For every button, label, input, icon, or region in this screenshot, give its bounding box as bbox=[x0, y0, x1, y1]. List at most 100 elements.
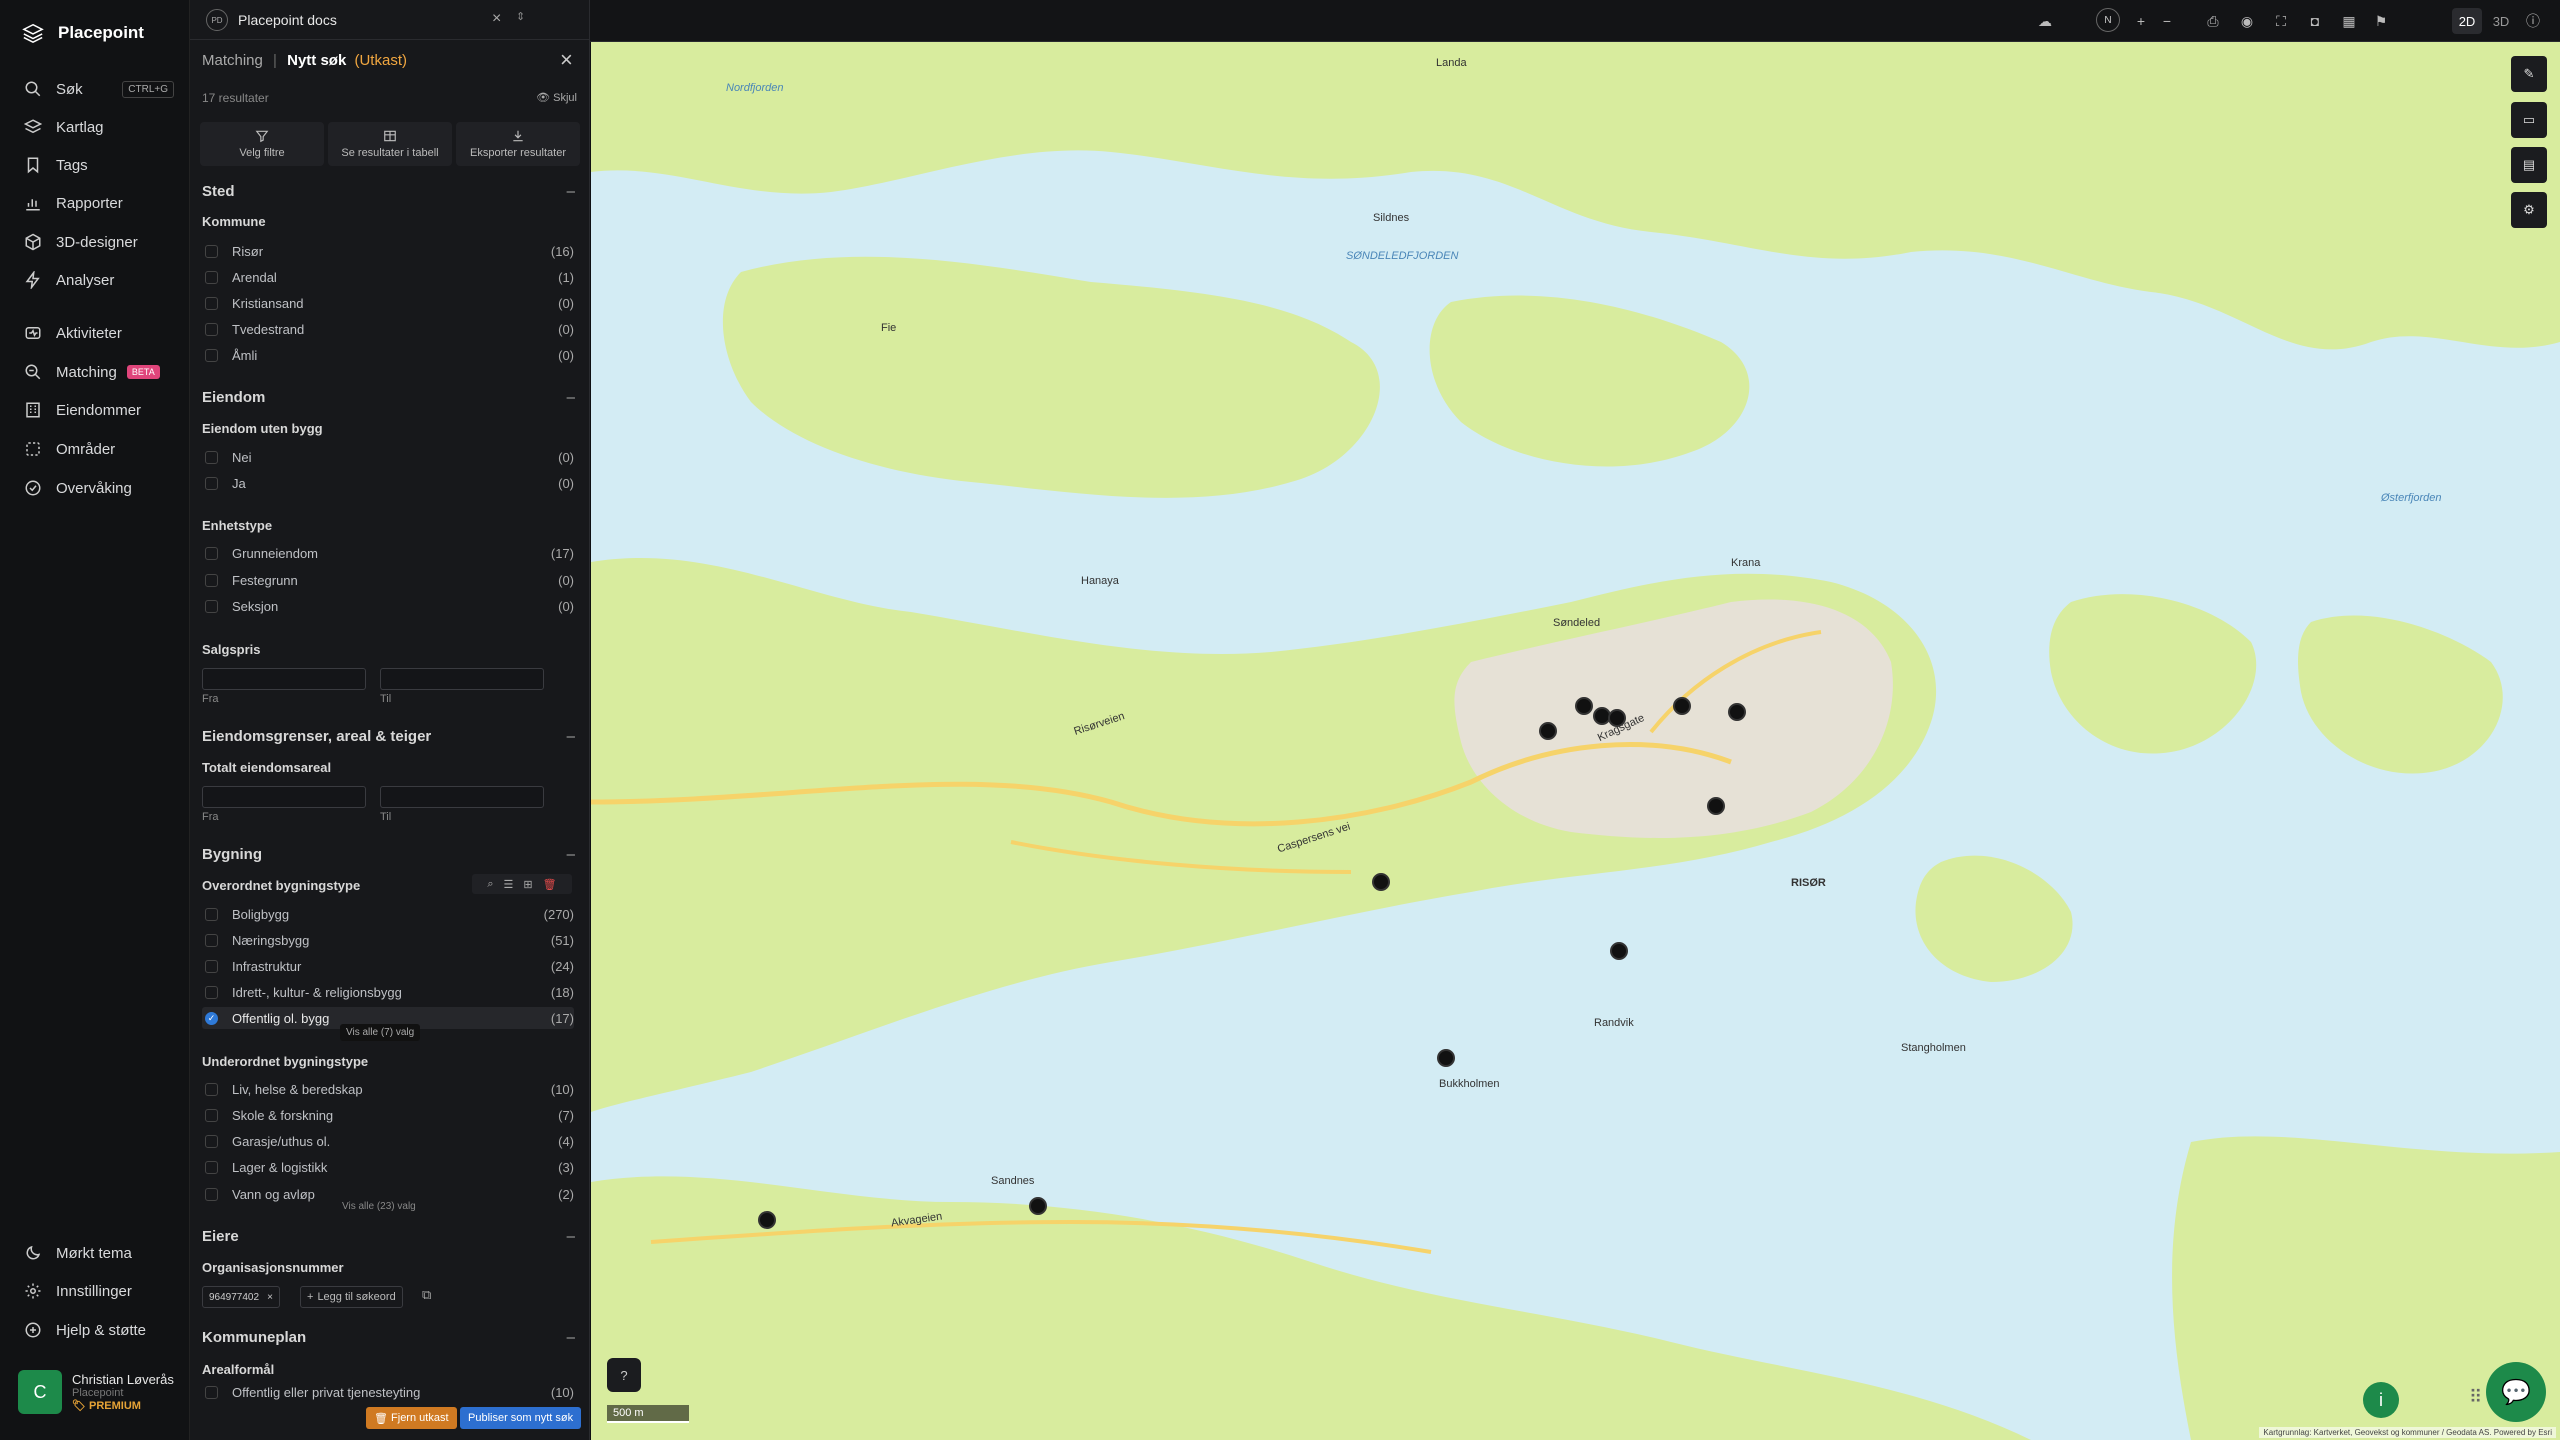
checkbox[interactable] bbox=[205, 476, 218, 490]
checkbox[interactable] bbox=[205, 322, 218, 336]
nav-omrader[interactable]: Områder bbox=[24, 436, 174, 462]
info-icon[interactable]: i bbox=[2363, 1382, 2399, 1418]
zoom-in-icon[interactable]: + bbox=[2132, 12, 2150, 30]
result-marker[interactable] bbox=[1610, 942, 1628, 960]
filter-option[interactable]: Risør (16) bbox=[202, 240, 574, 262]
breadcrumb-parent[interactable]: Matching bbox=[202, 52, 263, 69]
result-marker[interactable] bbox=[1437, 1049, 1455, 1067]
result-marker[interactable] bbox=[1575, 697, 1593, 715]
publish-button[interactable]: Publiser som nytt søk bbox=[460, 1407, 582, 1429]
checkbox[interactable] bbox=[205, 1108, 218, 1122]
filter-option[interactable]: Tvedestrand (0) bbox=[202, 318, 574, 340]
filter-option[interactable]: Nei (0) bbox=[202, 446, 574, 468]
result-marker[interactable] bbox=[1539, 722, 1557, 740]
doc-title[interactable]: Placepoint docs bbox=[238, 12, 337, 28]
grid-icon[interactable]: ▦ bbox=[2340, 12, 2358, 30]
result-marker[interactable] bbox=[758, 1211, 776, 1229]
print-icon[interactable]: ⎙ bbox=[2204, 12, 2222, 30]
collapse-icon[interactable]: – bbox=[567, 389, 575, 406]
camera-icon[interactable]: ◘ bbox=[2306, 12, 2324, 30]
list-icon[interactable]: ☰ bbox=[504, 878, 514, 891]
collapse-icon[interactable]: – bbox=[567, 1228, 575, 1245]
filter-option[interactable]: Seksjon (0) bbox=[202, 595, 574, 617]
nav-aktiviteter[interactable]: Aktiviteter bbox=[24, 320, 174, 346]
orgnr-tag[interactable]: 964977402 × bbox=[202, 1286, 280, 1308]
section-grenser[interactable]: Eiendomsgrenser, areal & teiger bbox=[202, 728, 431, 745]
area-from-input[interactable] bbox=[202, 786, 366, 808]
checkbox[interactable] bbox=[205, 599, 218, 613]
map-tool-settings[interactable]: ⚙ bbox=[2511, 192, 2547, 228]
nav-matching[interactable]: Matching BETA bbox=[24, 359, 174, 385]
checkbox[interactable] bbox=[205, 959, 218, 973]
filter-option[interactable]: Festegrunn (0) bbox=[202, 569, 574, 591]
section-sted[interactable]: Sted bbox=[202, 183, 235, 200]
checkbox[interactable] bbox=[205, 270, 218, 284]
nav-tags[interactable]: Tags bbox=[24, 152, 174, 178]
section-kommuneplan[interactable]: Kommuneplan bbox=[202, 1329, 306, 1346]
brand[interactable]: Placepoint bbox=[22, 22, 144, 44]
nav-dark-theme[interactable]: Mørkt tema bbox=[24, 1240, 174, 1266]
mode-2d-button[interactable]: 2D bbox=[2452, 8, 2482, 34]
nav-3d-designer[interactable]: 3D-designer bbox=[24, 229, 174, 255]
mode-3d-button[interactable]: 3D bbox=[2486, 8, 2516, 34]
section-eiere[interactable]: Eiere bbox=[202, 1228, 239, 1245]
filter-option[interactable]: Ja (0) bbox=[202, 472, 574, 494]
export-button[interactable]: Eksporter resultater bbox=[456, 122, 580, 166]
nav-search[interactable]: Søk CTRL+G bbox=[24, 76, 174, 102]
collapse-icon[interactable]: – bbox=[567, 728, 575, 745]
collapse-icon[interactable]: – bbox=[567, 846, 575, 863]
checkbox[interactable] bbox=[205, 1187, 218, 1201]
checkbox[interactable] bbox=[205, 933, 218, 947]
result-marker[interactable] bbox=[1372, 873, 1390, 891]
nav-rapporter[interactable]: Rapporter bbox=[24, 190, 174, 216]
collapse-icon[interactable]: – bbox=[567, 1329, 575, 1346]
search-icon[interactable]: ⌕ bbox=[487, 878, 493, 891]
filter-option[interactable]: Kristiansand (0) bbox=[202, 292, 574, 314]
area-to-input[interactable] bbox=[380, 786, 544, 808]
result-marker[interactable] bbox=[1728, 703, 1746, 721]
map-tool-chart[interactable]: ▤ bbox=[2511, 147, 2547, 183]
checkbox[interactable] bbox=[205, 546, 218, 560]
price-from-input[interactable] bbox=[202, 668, 366, 690]
filter-option[interactable]: Liv, helse & beredskap (10) bbox=[202, 1078, 574, 1100]
checkbox[interactable] bbox=[205, 985, 218, 999]
help-icon[interactable]: ? bbox=[607, 1358, 641, 1392]
checkbox[interactable] bbox=[205, 296, 218, 310]
nav-eiendommer[interactable]: Eiendommer bbox=[24, 397, 174, 423]
result-marker[interactable] bbox=[1029, 1197, 1047, 1215]
chevron-updown-icon[interactable]: ⇕ bbox=[516, 10, 525, 23]
table-view-button[interactable]: Se resultater i tabell bbox=[328, 122, 452, 166]
eye-icon[interactable]: ◉ bbox=[2238, 12, 2256, 30]
filter-option[interactable]: Arendal (1) bbox=[202, 266, 574, 288]
remove-draft-button[interactable]: 🗑 Fjern utkast bbox=[366, 1407, 457, 1429]
compass-icon[interactable]: N bbox=[2096, 8, 2120, 32]
copy-icon[interactable]: ⧉ bbox=[422, 1287, 431, 1303]
close-panel-icon[interactable]: × bbox=[560, 49, 573, 71]
nav-settings[interactable]: Innstillinger bbox=[24, 1278, 174, 1304]
layers-stack-icon[interactable]: ☁ bbox=[2036, 12, 2054, 30]
checkbox[interactable] bbox=[205, 573, 218, 587]
select-filters-button[interactable]: Velg filtre bbox=[200, 122, 324, 166]
chat-icon[interactable]: 💬 bbox=[2486, 1362, 2546, 1422]
checkbox[interactable] bbox=[205, 1082, 218, 1096]
nav-kartlag[interactable]: Kartlag bbox=[24, 114, 174, 140]
map-canvas[interactable]: SØNDELEDFJORDEN Nordfjorden Risørveien K… bbox=[591, 42, 2560, 1440]
filter-option[interactable]: Infrastruktur (24) bbox=[202, 955, 574, 977]
bookmark-icon[interactable]: ⚑ bbox=[2372, 12, 2390, 30]
user-profile[interactable]: C Christian Løverås Placepoint 🏷 PREMIUM bbox=[18, 1370, 174, 1414]
show-all-tooltip[interactable]: Vis alle (7) valg bbox=[340, 1024, 421, 1041]
filter-option[interactable]: Grunneiendom (17) bbox=[202, 542, 574, 564]
checkbox[interactable] bbox=[205, 348, 218, 362]
checkbox[interactable] bbox=[205, 1385, 218, 1399]
checkbox[interactable] bbox=[205, 1160, 218, 1174]
section-bygning[interactable]: Bygning bbox=[202, 846, 262, 863]
collapse-icon[interactable]: – bbox=[567, 183, 575, 200]
remove-tag-icon[interactable]: × bbox=[267, 1292, 273, 1303]
checkbox[interactable] bbox=[205, 907, 218, 921]
grid-icon[interactable]: ⊞ bbox=[523, 878, 532, 891]
nav-analyser[interactable]: Analyser bbox=[24, 267, 174, 293]
filter-option[interactable]: Næringsbygg (51) bbox=[202, 929, 574, 951]
result-marker[interactable] bbox=[1673, 697, 1691, 715]
filter-option[interactable]: Åmli (0) bbox=[202, 344, 574, 366]
price-to-input[interactable] bbox=[380, 668, 544, 690]
